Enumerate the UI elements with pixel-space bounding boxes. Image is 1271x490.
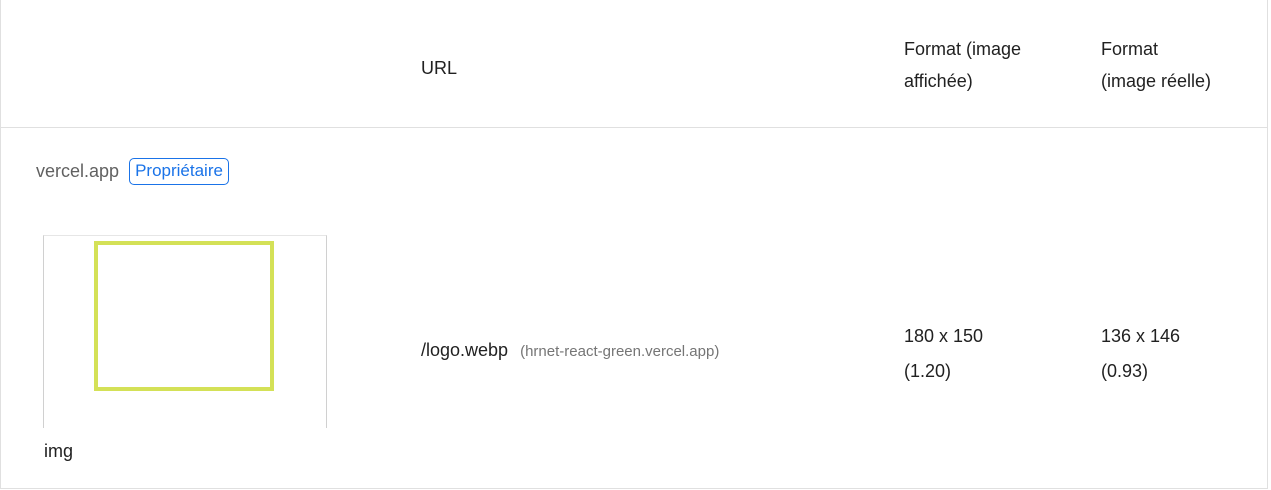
actual-size: 136 x 146 — [1101, 326, 1181, 346]
logo-placeholder-image — [94, 241, 274, 391]
url-path-link[interactable]: /logo.webp — [421, 340, 508, 361]
column-header-displayed-format: Format (image affichée) — [904, 33, 1084, 97]
url-cell: /logo.webp (hrnet-react-green.vercel.app… — [421, 340, 719, 361]
column-header-url: URL — [421, 58, 458, 78]
displayed-size: 180 x 150 — [904, 326, 984, 346]
image-thumbnail[interactable] — [43, 235, 327, 428]
column-header-displayed-line1: Format (image — [904, 39, 1022, 59]
image-aspect-ratio-table: URL Format (image affichée) Format (imag… — [0, 0, 1268, 489]
node-label[interactable]: img — [44, 439, 73, 463]
displayed-ratio: (1.20) — [904, 361, 952, 381]
url-host: (hrnet-react-green.vercel.app) — [520, 343, 720, 360]
column-header-displayed-line2: affichée) — [904, 71, 973, 91]
column-header-actual-line1: Format — [1101, 39, 1159, 59]
entity-name: vercel.app — [36, 161, 120, 181]
actual-format-cell: 136 x 146 (0.93) — [1101, 319, 1180, 389]
table-header-row: URL Format (image affichée) Format (imag… — [1, 0, 1267, 128]
column-header-actual-line2: (image réelle) — [1101, 71, 1212, 91]
column-header-actual-format: Format (image réelle) — [1101, 33, 1261, 97]
displayed-format-cell: 180 x 150 (1.20) — [904, 319, 983, 389]
entity-group-header: vercel.app Propriétaire — [36, 157, 229, 185]
first-party-badge: Propriétaire — [129, 157, 229, 185]
actual-ratio: (0.93) — [1101, 361, 1149, 381]
